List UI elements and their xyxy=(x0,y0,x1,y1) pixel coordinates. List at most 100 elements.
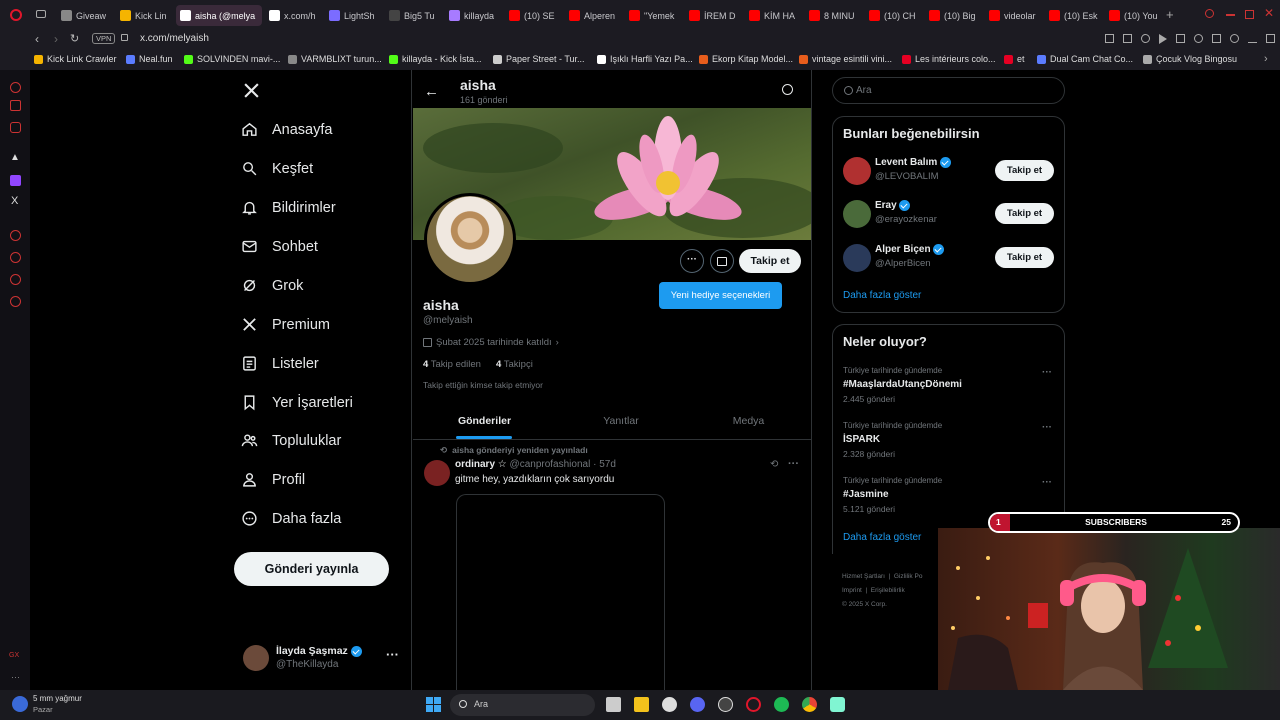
search-icon[interactable] xyxy=(782,84,793,95)
browser-tab[interactable]: Kick Lin xyxy=(116,5,172,26)
close-window-icon[interactable]: ✕ xyxy=(1264,6,1274,20)
task-view-icon[interactable] xyxy=(606,697,621,712)
sidebar-item-3[interactable]: Bildirimler xyxy=(241,199,336,216)
post-media[interactable] xyxy=(456,494,665,690)
browser-tab[interactable]: Alperen xyxy=(565,5,621,26)
footer-terms[interactable]: Hizmet Şartları xyxy=(842,573,885,580)
browser-tab[interactable]: Big5 Tu xyxy=(385,5,441,26)
post-avatar[interactable] xyxy=(424,460,450,486)
bookmark-item[interactable]: vintage esintili vini... xyxy=(799,54,892,64)
chrome-icon[interactable] xyxy=(802,697,817,712)
footer-privacy[interactable]: Gizlilik Po xyxy=(894,573,923,580)
profile-tab-3[interactable]: Medya xyxy=(686,415,811,427)
post-button[interactable]: Gönderi yayınla xyxy=(234,552,389,586)
bookmark-item[interactable]: et xyxy=(1004,54,1025,64)
browser-tab[interactable]: Giveaw xyxy=(57,5,113,26)
show-more-link[interactable]: Daha fazla göster xyxy=(843,290,921,301)
heart-icon[interactable] xyxy=(1194,34,1203,43)
back-icon[interactable]: ‹ xyxy=(35,32,39,46)
follow-suggestion-button[interactable]: Takip et xyxy=(995,203,1054,224)
bookmark-item[interactable]: Les intérieurs colo... xyxy=(902,54,996,64)
search-tabs-icon[interactable] xyxy=(1205,9,1214,18)
avatar[interactable] xyxy=(843,200,871,228)
opera-gx-icon[interactable] xyxy=(746,697,761,712)
back-arrow-icon[interactable]: ← xyxy=(424,83,439,100)
sidebar-item-2[interactable]: Keşfet xyxy=(241,160,313,177)
new-tab-button[interactable]: + xyxy=(1166,7,1174,22)
gift-button[interactable] xyxy=(710,249,734,273)
player-icon[interactable] xyxy=(10,230,21,241)
bookmark-item[interactable]: Dual Cam Chat Co... xyxy=(1037,54,1133,64)
sidebar-item-4[interactable]: Sohbet xyxy=(241,238,318,255)
weather-icon[interactable] xyxy=(12,696,28,712)
browser-tab[interactable]: (10) Esk xyxy=(1045,5,1101,26)
footer-imprint[interactable]: Imprint xyxy=(842,587,862,594)
browser-tab[interactable]: videolar xyxy=(985,5,1041,26)
trends-show-more-link[interactable]: Daha fazla göster xyxy=(843,532,921,543)
post-author[interactable]: ordinary ☆ xyxy=(455,459,507,470)
account-switcher[interactable]: İlayda Şaşmaz @TheKillayda ··· xyxy=(243,644,403,674)
follow-suggestion-button[interactable]: Takip et xyxy=(995,160,1054,181)
post-handle[interactable]: @canprofashional xyxy=(510,459,591,470)
opera-logo-icon[interactable] xyxy=(10,9,22,21)
follow-suggestion-button[interactable]: Takip et xyxy=(995,247,1054,268)
search-input[interactable]: Ara xyxy=(832,77,1065,104)
bookmark-item[interactable]: Kick Link Crawler xyxy=(34,54,117,64)
profile-tab-1[interactable]: Gönderiler xyxy=(413,415,556,427)
file-explorer-icon[interactable] xyxy=(634,697,649,712)
extensions-side-icon[interactable] xyxy=(10,274,21,285)
bookmark-item[interactable]: Neal.fun xyxy=(126,54,173,64)
play-icon[interactable] xyxy=(1159,34,1167,44)
browser-tab[interactable]: aisha (@melya xyxy=(176,5,262,26)
download-icon[interactable] xyxy=(1248,34,1257,43)
sidebar-item-5[interactable]: Grok xyxy=(241,277,303,294)
taskbar-search[interactable]: Ara xyxy=(450,694,595,716)
bookmark-item[interactable]: Paper Street - Tur... xyxy=(493,54,585,64)
settings-icon[interactable] xyxy=(10,296,21,307)
vpn-badge[interactable]: VPN xyxy=(92,33,116,44)
kick-icon[interactable]: ▲ xyxy=(10,152,20,163)
bookmark-item[interactable]: Çocuk Vlog Bingosu xyxy=(1143,54,1237,64)
browser-tab[interactable]: İREM D xyxy=(685,5,741,26)
browser-tab[interactable]: (10) CH xyxy=(865,5,921,26)
history-icon[interactable] xyxy=(10,252,21,263)
steam-icon[interactable] xyxy=(662,697,677,712)
avatar[interactable] xyxy=(843,157,871,185)
x-app-icon[interactable]: X xyxy=(11,195,18,207)
bookmark-item[interactable]: killayda - Kick İsta... xyxy=(389,54,482,64)
sidebar-item-6[interactable]: Premium xyxy=(241,316,330,333)
more-horizontal-icon[interactable]: ··· xyxy=(386,647,399,662)
profile-avatar[interactable] xyxy=(424,193,516,285)
following-link[interactable]: 4 Takip edilen xyxy=(423,359,481,370)
suggestion-row[interactable]: Eray @erayozkenar Takip et xyxy=(833,198,1064,232)
avatar[interactable] xyxy=(843,244,871,272)
browser-tab[interactable]: "Yemek xyxy=(625,5,681,26)
post-more-icon[interactable]: ··· xyxy=(788,458,799,470)
browser-tab[interactable]: (10) SE xyxy=(505,5,561,26)
footer-accessibility[interactable]: Erişilebilirlik xyxy=(871,587,905,594)
trend-more-icon[interactable]: ··· xyxy=(1042,367,1052,378)
minimize-icon[interactable] xyxy=(1226,14,1235,16)
browser-tab[interactable]: KİM HA xyxy=(745,5,801,26)
browser-tab[interactable]: 8 MINU xyxy=(805,5,861,26)
bookmark-item[interactable]: SOLVINDEN mavi-... xyxy=(184,54,280,64)
messenger-icon[interactable] xyxy=(10,100,21,111)
browser-tab[interactable]: LightSh xyxy=(325,5,381,26)
streamlabs-icon[interactable] xyxy=(830,697,845,712)
chevron-right-icon[interactable]: › xyxy=(556,337,559,348)
aria-icon[interactable] xyxy=(10,82,21,93)
forward-icon[interactable]: › xyxy=(54,32,58,46)
easy-setup-icon[interactable] xyxy=(1266,34,1275,43)
bookmark-item[interactable]: Işıklı Harfli Yazı Pa... xyxy=(597,54,693,64)
browser-tab[interactable]: (10) You xyxy=(1105,5,1161,26)
spotify-icon[interactable] xyxy=(774,697,789,712)
suggestion-row[interactable]: Alper Biçen @AlperBicen Takip et xyxy=(833,242,1064,276)
bookmark-item[interactable]: Ekorp Kitap Model... xyxy=(699,54,793,64)
sidebar-item-8[interactable]: Yer İşaretleri xyxy=(241,394,353,411)
follow-button[interactable]: Takip et xyxy=(739,249,801,273)
profile-tab-2[interactable]: Yanıtlar xyxy=(556,415,686,427)
browser-tab[interactable]: killayda xyxy=(445,5,501,26)
trend-more-icon[interactable]: ··· xyxy=(1042,477,1052,488)
sidebar-item-11[interactable]: Daha fazla xyxy=(241,510,341,527)
trend-item[interactable]: Türkiye tarihinde gündemde #MaaşlardaUtan… xyxy=(833,363,1064,411)
